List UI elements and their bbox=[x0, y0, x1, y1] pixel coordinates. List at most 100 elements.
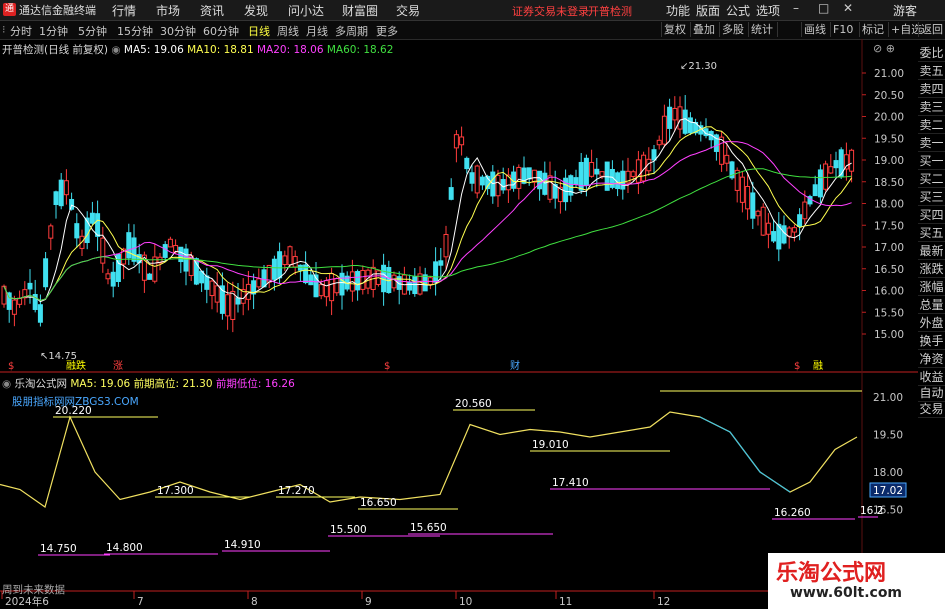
quote-label: 买三 bbox=[918, 190, 945, 206]
menu-discover[interactable]: 发现 bbox=[244, 2, 268, 19]
price-tick-label: 21.00 bbox=[874, 68, 904, 80]
settings-icon[interactable]: ◉ bbox=[111, 44, 120, 56]
date-label: 7 bbox=[137, 596, 144, 608]
menu-news[interactable]: 资讯 bbox=[200, 2, 224, 19]
candle bbox=[329, 273, 335, 302]
close-icon[interactable]: ✕ bbox=[843, 1, 853, 15]
tab-more[interactable]: 更多 bbox=[376, 23, 398, 39]
candle bbox=[672, 107, 678, 121]
candle bbox=[797, 214, 803, 227]
candle bbox=[542, 172, 548, 195]
candle bbox=[214, 285, 220, 303]
menu-trade[interactable]: 交易 bbox=[396, 2, 420, 19]
candle bbox=[724, 154, 730, 164]
tab-5min[interactable]: 5分钟 bbox=[78, 23, 107, 39]
menu-guest[interactable]: 游客 bbox=[893, 2, 917, 19]
candle bbox=[448, 187, 454, 200]
candle bbox=[479, 176, 485, 186]
ma5-line bbox=[3, 118, 852, 303]
button-adjust[interactable]: 复权 bbox=[661, 22, 688, 37]
candle bbox=[110, 271, 116, 287]
candle bbox=[334, 278, 340, 294]
candle bbox=[147, 273, 153, 280]
candle bbox=[630, 171, 636, 177]
level-label: 16.260 bbox=[774, 507, 811, 519]
candle bbox=[599, 171, 605, 177]
quote-label: 最新 bbox=[918, 244, 945, 260]
button-statistics[interactable]: 统计 bbox=[748, 22, 775, 37]
menu-market[interactable]: 市场 bbox=[156, 2, 180, 19]
tab-60min[interactable]: 60分钟 bbox=[203, 23, 239, 39]
candle bbox=[225, 294, 231, 317]
date-label: 12 bbox=[657, 596, 670, 608]
price-tick-label: 16.00 bbox=[874, 286, 904, 298]
menu-wealth[interactable]: 财富圈 bbox=[342, 2, 378, 19]
level-label: 20.560 bbox=[455, 398, 492, 410]
candle bbox=[422, 274, 428, 292]
button-draw-line[interactable]: 画线 bbox=[801, 22, 828, 37]
candle bbox=[438, 260, 444, 266]
quote-label: 委比 bbox=[918, 46, 945, 62]
candle bbox=[105, 273, 111, 280]
button-back[interactable]: 返回 bbox=[918, 22, 945, 37]
button-trade[interactable]: 交易 bbox=[918, 402, 945, 418]
ma5-value: MA5: 19.06 bbox=[123, 44, 184, 56]
candlestick-series: ↙21.30↖14.75$ 融跌涨 $ 财 $ 融 bbox=[1, 61, 855, 372]
quote-label: 卖五 bbox=[918, 64, 945, 80]
menu-functions[interactable]: 功能 bbox=[666, 2, 690, 19]
candle bbox=[661, 115, 667, 145]
button-multi-stock[interactable]: 多股 bbox=[719, 22, 746, 37]
menu-options[interactable]: 选项 bbox=[756, 2, 780, 19]
candle bbox=[604, 161, 610, 191]
tab-multi-period[interactable]: 多周期 bbox=[335, 23, 368, 39]
candle bbox=[287, 246, 293, 266]
button-f10[interactable]: F10 bbox=[830, 22, 855, 37]
candle bbox=[459, 136, 465, 146]
tab-weekly[interactable]: 周线 bbox=[277, 23, 299, 39]
kline-chart[interactable]: ↙21.30↖14.75$ 融跌涨 $ 财 $ 融 21.0020.5020.0019.5… bbox=[0, 39, 918, 609]
candle bbox=[167, 238, 173, 248]
tab-15min[interactable]: 15分钟 bbox=[117, 23, 153, 39]
menu-xiaoda[interactable]: 问小达 bbox=[288, 2, 324, 19]
stock-info-line: 开普检测(日线 前复权) ◉ MA5: 19.06 MA10: 18.81 MA… bbox=[2, 42, 393, 57]
level-label: 15.650 bbox=[410, 522, 447, 534]
watermark-title: 乐淘公式网 bbox=[776, 561, 887, 586]
price-tick-label: 20.00 bbox=[874, 112, 904, 124]
candle bbox=[235, 297, 241, 305]
tab-30min[interactable]: 30分钟 bbox=[160, 23, 196, 39]
candle bbox=[360, 269, 366, 290]
candle bbox=[58, 179, 64, 207]
indicator-tick-label: 18.00 bbox=[873, 467, 903, 479]
quote-label: 涨跌 bbox=[918, 262, 945, 278]
indicator-settings-icon[interactable]: ◉ bbox=[2, 378, 11, 390]
candle bbox=[261, 269, 267, 288]
candle bbox=[474, 165, 480, 194]
minimize-icon[interactable]: – bbox=[793, 1, 799, 15]
indicator-prev-low: 前期低位: 16.26 bbox=[215, 378, 295, 390]
date-label: 9 bbox=[365, 596, 372, 608]
login-warning[interactable]: 证券交易未登录 bbox=[512, 3, 589, 19]
menu-formula[interactable]: 公式 bbox=[726, 2, 750, 19]
candle bbox=[531, 169, 537, 183]
candle bbox=[308, 274, 314, 286]
tab-timeshare[interactable]: 分时 bbox=[10, 23, 32, 39]
high-price-label: ↙21.30 bbox=[680, 61, 717, 72]
menu-quotes[interactable]: 行情 bbox=[112, 2, 136, 19]
button-auto[interactable]: 自动 bbox=[918, 386, 945, 402]
button-mark[interactable]: 标记 bbox=[859, 22, 886, 37]
tab-monthly[interactable]: 月线 bbox=[306, 23, 328, 39]
date-label: 8 bbox=[251, 596, 258, 608]
price-tick-label: 20.50 bbox=[874, 90, 904, 102]
button-overlay[interactable]: 叠加 bbox=[690, 22, 717, 37]
stock-title: 开普检测(日线 前复权) bbox=[2, 44, 109, 56]
candle bbox=[53, 191, 59, 206]
menu-layout[interactable]: 版面 bbox=[696, 2, 720, 19]
tab-1min[interactable]: 1分钟 bbox=[39, 23, 68, 39]
level-label: 16.2 bbox=[860, 505, 883, 517]
button-blank[interactable] bbox=[777, 22, 802, 37]
maximize-icon[interactable]: □ bbox=[818, 1, 829, 15]
event-marker: 涨 bbox=[113, 360, 123, 372]
panel-controls-icon[interactable]: ⊘ ⊕ bbox=[873, 42, 895, 55]
moving-average-lines bbox=[3, 118, 853, 303]
tab-daily[interactable]: 日线 bbox=[248, 23, 270, 39]
